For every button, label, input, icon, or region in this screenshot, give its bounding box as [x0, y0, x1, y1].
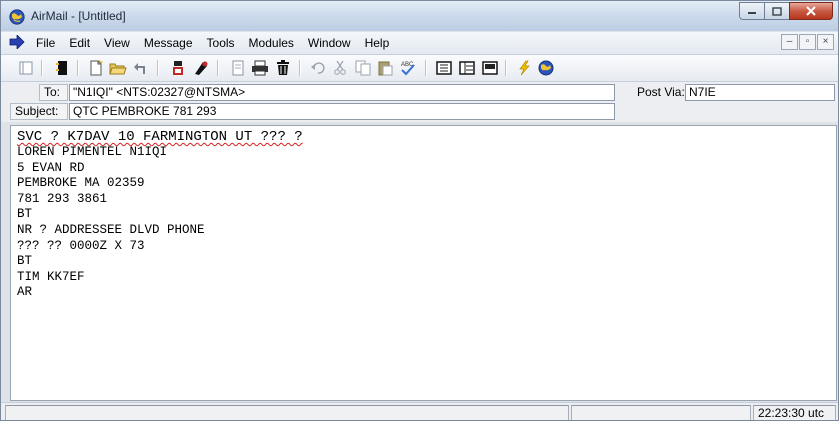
open-folder-button[interactable]: [109, 59, 127, 77]
body-line-text: SVC ? K7DAV 10 FARMINGTON UT ??? ?: [17, 129, 303, 145]
menu-window[interactable]: Window: [301, 36, 358, 50]
to-field[interactable]: "N1IQI" <NTS:02327@NTSMA>: [69, 84, 615, 101]
body-line: BT: [17, 207, 33, 222]
notebook-icon: [56, 61, 67, 75]
trash-icon: [277, 60, 289, 75]
subject-label: Subject:: [15, 104, 59, 118]
modules-button[interactable]: [192, 59, 210, 77]
menu-view[interactable]: View: [97, 36, 137, 50]
folder-tree-icon: [173, 61, 183, 75]
send-receive-button[interactable]: [515, 59, 533, 77]
cut-button[interactable]: [331, 59, 349, 77]
message-body[interactable]: SVC ? K7DAV 10 FARMINGTON UT ??? ? LOREN…: [10, 125, 837, 401]
to-label: To:: [44, 85, 61, 99]
scissors-icon: [334, 60, 346, 75]
globe-icon: [538, 60, 554, 76]
subject-field[interactable]: QTC PEMBROKE 781 293: [69, 103, 615, 120]
body-line: BT: [17, 254, 33, 269]
detail-view-icon: [459, 61, 475, 75]
status-bar: 22:23:30 utc: [1, 402, 838, 420]
list-view-icon: [436, 61, 452, 75]
minimize-button[interactable]: [739, 2, 765, 20]
new-document-icon: [90, 60, 103, 76]
document-arrow-icon[interactable]: [9, 35, 25, 49]
new-message-button[interactable]: [87, 59, 105, 77]
maximize-button[interactable]: [764, 2, 790, 20]
post-via-field[interactable]: N7IE: [685, 84, 835, 101]
close-icon: [806, 6, 816, 16]
status-panel-time: 22:23:30 utc: [753, 405, 836, 420]
sidebar-icon: [19, 61, 33, 75]
close-button[interactable]: [789, 2, 833, 20]
post-via-label: Post Via:: [637, 85, 685, 99]
list-view-1-button[interactable]: [435, 59, 453, 77]
airmail-globe-icon: [9, 9, 25, 25]
view-button[interactable]: [229, 59, 247, 77]
maximize-icon: [772, 6, 782, 16]
open-folder-icon: [109, 63, 127, 75]
page-icon: [232, 60, 244, 76]
notebook-button[interactable]: [53, 59, 71, 77]
child-close-button[interactable]: ×: [817, 34, 834, 50]
connect-button[interactable]: [537, 59, 555, 77]
sidebar-toggle-button[interactable]: [17, 59, 35, 77]
copy-button[interactable]: [354, 59, 372, 77]
folder-tree-button[interactable]: [169, 59, 187, 77]
list-view-3-button[interactable]: [481, 59, 499, 77]
print-button[interactable]: [251, 59, 269, 77]
spell-check-icon: ABC: [401, 62, 415, 76]
preview-view-icon: [482, 61, 498, 75]
body-line: AR: [17, 285, 33, 300]
body-line: ??? ?? 0000Z X 73: [17, 238, 145, 253]
undo-icon: [311, 62, 325, 74]
menu-bar: File Edit View Message Tools Modules Win…: [1, 32, 838, 55]
body-line: 5 EVAN RD: [17, 160, 85, 175]
body-line: PEMBROKE MA 02359: [17, 176, 145, 191]
paste-icon: [378, 61, 393, 76]
menu-help[interactable]: Help: [358, 36, 397, 50]
subject-button[interactable]: Subject:: [10, 103, 68, 120]
lightning-icon: [519, 60, 530, 76]
reply-arrow-icon: [134, 63, 145, 74]
toolbar: ABC: [1, 55, 838, 82]
status-panel-middle: [571, 405, 751, 420]
utc-clock: 22:23:30 utc: [758, 406, 825, 420]
delete-button[interactable]: [274, 59, 292, 77]
window-title: AirMail - [Untitled]: [31, 9, 126, 23]
reply-button[interactable]: [132, 59, 150, 77]
status-panel-main: [5, 405, 569, 420]
copy-icon: [355, 60, 371, 76]
minimize-icon: [748, 12, 756, 14]
undo-button[interactable]: [309, 59, 327, 77]
airmail-window: AirMail - [Untitled] File Edit View Mess…: [0, 0, 839, 421]
spell-check-button[interactable]: ABC: [399, 59, 417, 77]
body-line: TIM KK7EF: [17, 269, 85, 284]
menu-tools[interactable]: Tools: [200, 36, 242, 50]
body-line: LOREN PIMENTEL N1IQI: [17, 145, 168, 159]
menu-modules[interactable]: Modules: [242, 36, 301, 50]
modules-icon: [195, 61, 208, 75]
title-bar[interactable]: AirMail - [Untitled]: [1, 1, 838, 31]
list-view-2-button[interactable]: [458, 59, 476, 77]
child-restore-button[interactable]: ▫: [799, 34, 816, 50]
body-line: SVC ? K7DAV 10 FARMINGTON UT ??? ?: [17, 129, 836, 145]
to-button[interactable]: To:: [39, 84, 68, 101]
body-line: 781 293 3861: [17, 191, 108, 206]
menu-edit[interactable]: Edit: [62, 36, 97, 50]
printer-icon: [252, 60, 268, 76]
body-line: NR ? ADDRESSEE DLVD PHONE: [17, 222, 205, 237]
paste-button[interactable]: [376, 59, 394, 77]
menu-file[interactable]: File: [29, 36, 62, 50]
menu-message[interactable]: Message: [137, 36, 200, 50]
child-minimize-button[interactable]: –: [781, 34, 798, 50]
address-panel: To: "N1IQI" <NTS:02327@NTSMA> Post Via: …: [1, 82, 838, 122]
